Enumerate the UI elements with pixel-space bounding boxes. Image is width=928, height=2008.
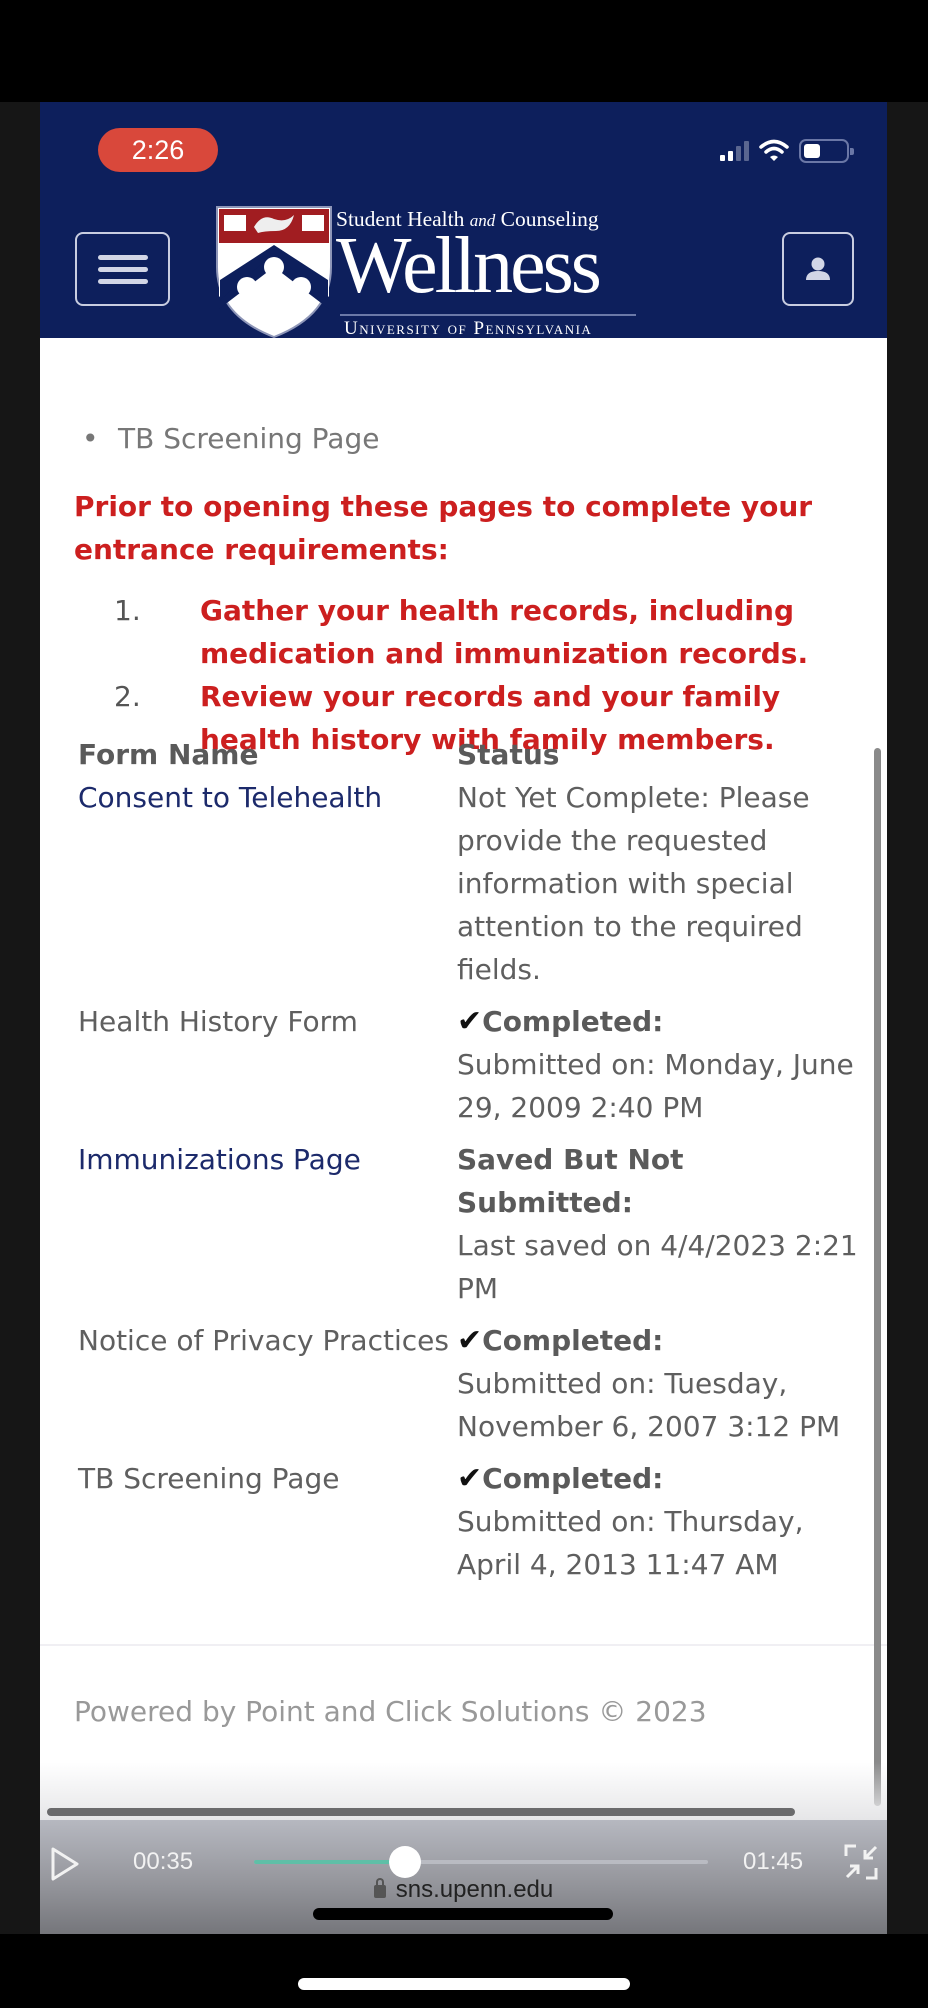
penn-shield-logo — [216, 206, 332, 339]
site-header: 2:26 Student Health and Counseling Welln… — [40, 102, 887, 339]
browser-viewport: 2:26 Student Health and Counseling Welln… — [40, 102, 887, 1934]
form-link-consent-telehealth[interactable]: Consent to Telehealth — [78, 781, 382, 814]
status-title: Completed: — [482, 1462, 664, 1495]
entrance-requirements-warning: Prior to opening these pages to complete… — [74, 490, 813, 566]
column-header-status: Status — [457, 738, 560, 771]
right-bezel — [887, 102, 928, 1934]
status-detail: Submitted on: Monday, June 29, 2009 2:40… — [457, 1048, 854, 1124]
menu-button[interactable] — [75, 232, 170, 306]
total-time: 01:45 — [743, 1848, 804, 1875]
form-name-tb-screening: TB Screening Page — [78, 1462, 340, 1495]
status-title: Saved But Not Submitted: — [457, 1143, 684, 1219]
status-icons — [720, 136, 854, 166]
current-time: 00:35 — [133, 1848, 194, 1875]
form-name-health-history: Health History Form — [78, 1005, 358, 1038]
status-cell: ✔Completed: Submitted on: Thursday, Apri… — [457, 1457, 858, 1595]
form-link-immunizations[interactable]: Immunizations Page — [78, 1143, 361, 1176]
requirement-item: 1. Gather your health records, including… — [114, 594, 809, 670]
cellular-signal-icon — [720, 141, 749, 161]
checkmark-icon: ✔ — [457, 1004, 483, 1039]
status-detail: Submitted on: Tuesday, November 6, 2007 … — [457, 1367, 841, 1443]
status-title: Completed: — [482, 1324, 664, 1357]
logo-title: Wellness — [336, 222, 602, 310]
forms-status-table: Form Name Status Consent to Telehealth N… — [78, 733, 858, 1595]
powered-by-text: Powered by Point and Click Solutions © 2… — [74, 1695, 707, 1728]
home-indicator[interactable] — [298, 1978, 630, 1990]
wellness-wordmark: Student Health and Counseling Wellness U… — [336, 204, 640, 339]
wifi-icon — [759, 139, 789, 161]
horizontal-scrollbar[interactable] — [47, 1808, 795, 1816]
table-row: Consent to Telehealth Not Yet Complete: … — [78, 776, 858, 1000]
table-row: Immunizations Page Saved But Not Submitt… — [78, 1138, 858, 1319]
status-detail: Submitted on: Thursday, April 4, 2013 11… — [457, 1505, 804, 1581]
column-header-form-name: Form Name — [78, 738, 259, 771]
lock-icon — [373, 1878, 386, 1898]
footer-divider — [40, 1644, 887, 1646]
table-header-row: Form Name Status — [78, 733, 858, 776]
table-row: TB Screening Page ✔Completed: Submitted … — [78, 1457, 858, 1595]
video-progress-slider[interactable] — [254, 1846, 708, 1878]
checkmark-icon: ✔ — [457, 1323, 483, 1358]
video-controls-bar: 00:35 01:45 sns.upenn.edu — [40, 1820, 887, 1934]
left-bezel — [0, 102, 40, 1934]
vertical-scrollbar[interactable] — [874, 748, 881, 1806]
status-cell: Saved But Not Submitted: Last saved on 4… — [457, 1138, 858, 1319]
video-progress-fill — [254, 1860, 406, 1864]
video-progress-thumb[interactable] — [389, 1846, 422, 1878]
form-list-item-partial[interactable]: TB Screening Page — [82, 422, 380, 455]
user-account-button[interactable] — [782, 232, 854, 306]
address-bar[interactable]: sns.upenn.edu — [40, 1876, 887, 1904]
status-cell: ✔Completed: Submitted on: Monday, June 2… — [457, 1000, 858, 1138]
table-row: Health History Form ✔Completed: Submitte… — [78, 1000, 858, 1138]
table-row: Notice of Privacy Practices ✔Completed: … — [78, 1319, 858, 1457]
logo-university: University of Pennsylvania — [344, 318, 593, 339]
status-time: 2:26 — [98, 128, 218, 172]
form-name-privacy-practices: Notice of Privacy Practices — [78, 1324, 449, 1357]
exit-fullscreen-icon[interactable] — [844, 1844, 878, 1880]
url-text: sns.upenn.edu — [395, 1876, 554, 1903]
hamburger-menu-icon — [97, 254, 148, 260]
user-icon — [806, 257, 830, 280]
status-detail: Last saved on 4/4/2023 2:21 PM — [457, 1229, 858, 1305]
battery-level — [804, 144, 820, 158]
status-cell: ✔Completed: Submitted on: Tuesday, Novem… — [457, 1319, 858, 1457]
checkmark-icon: ✔ — [457, 1461, 483, 1496]
battery-icon — [799, 139, 854, 163]
status-cell: Not Yet Complete: Please provide the req… — [457, 781, 810, 986]
recorded-home-indicator — [313, 1908, 613, 1920]
logo-rule — [340, 314, 636, 316]
status-title: Completed: — [482, 1005, 664, 1038]
